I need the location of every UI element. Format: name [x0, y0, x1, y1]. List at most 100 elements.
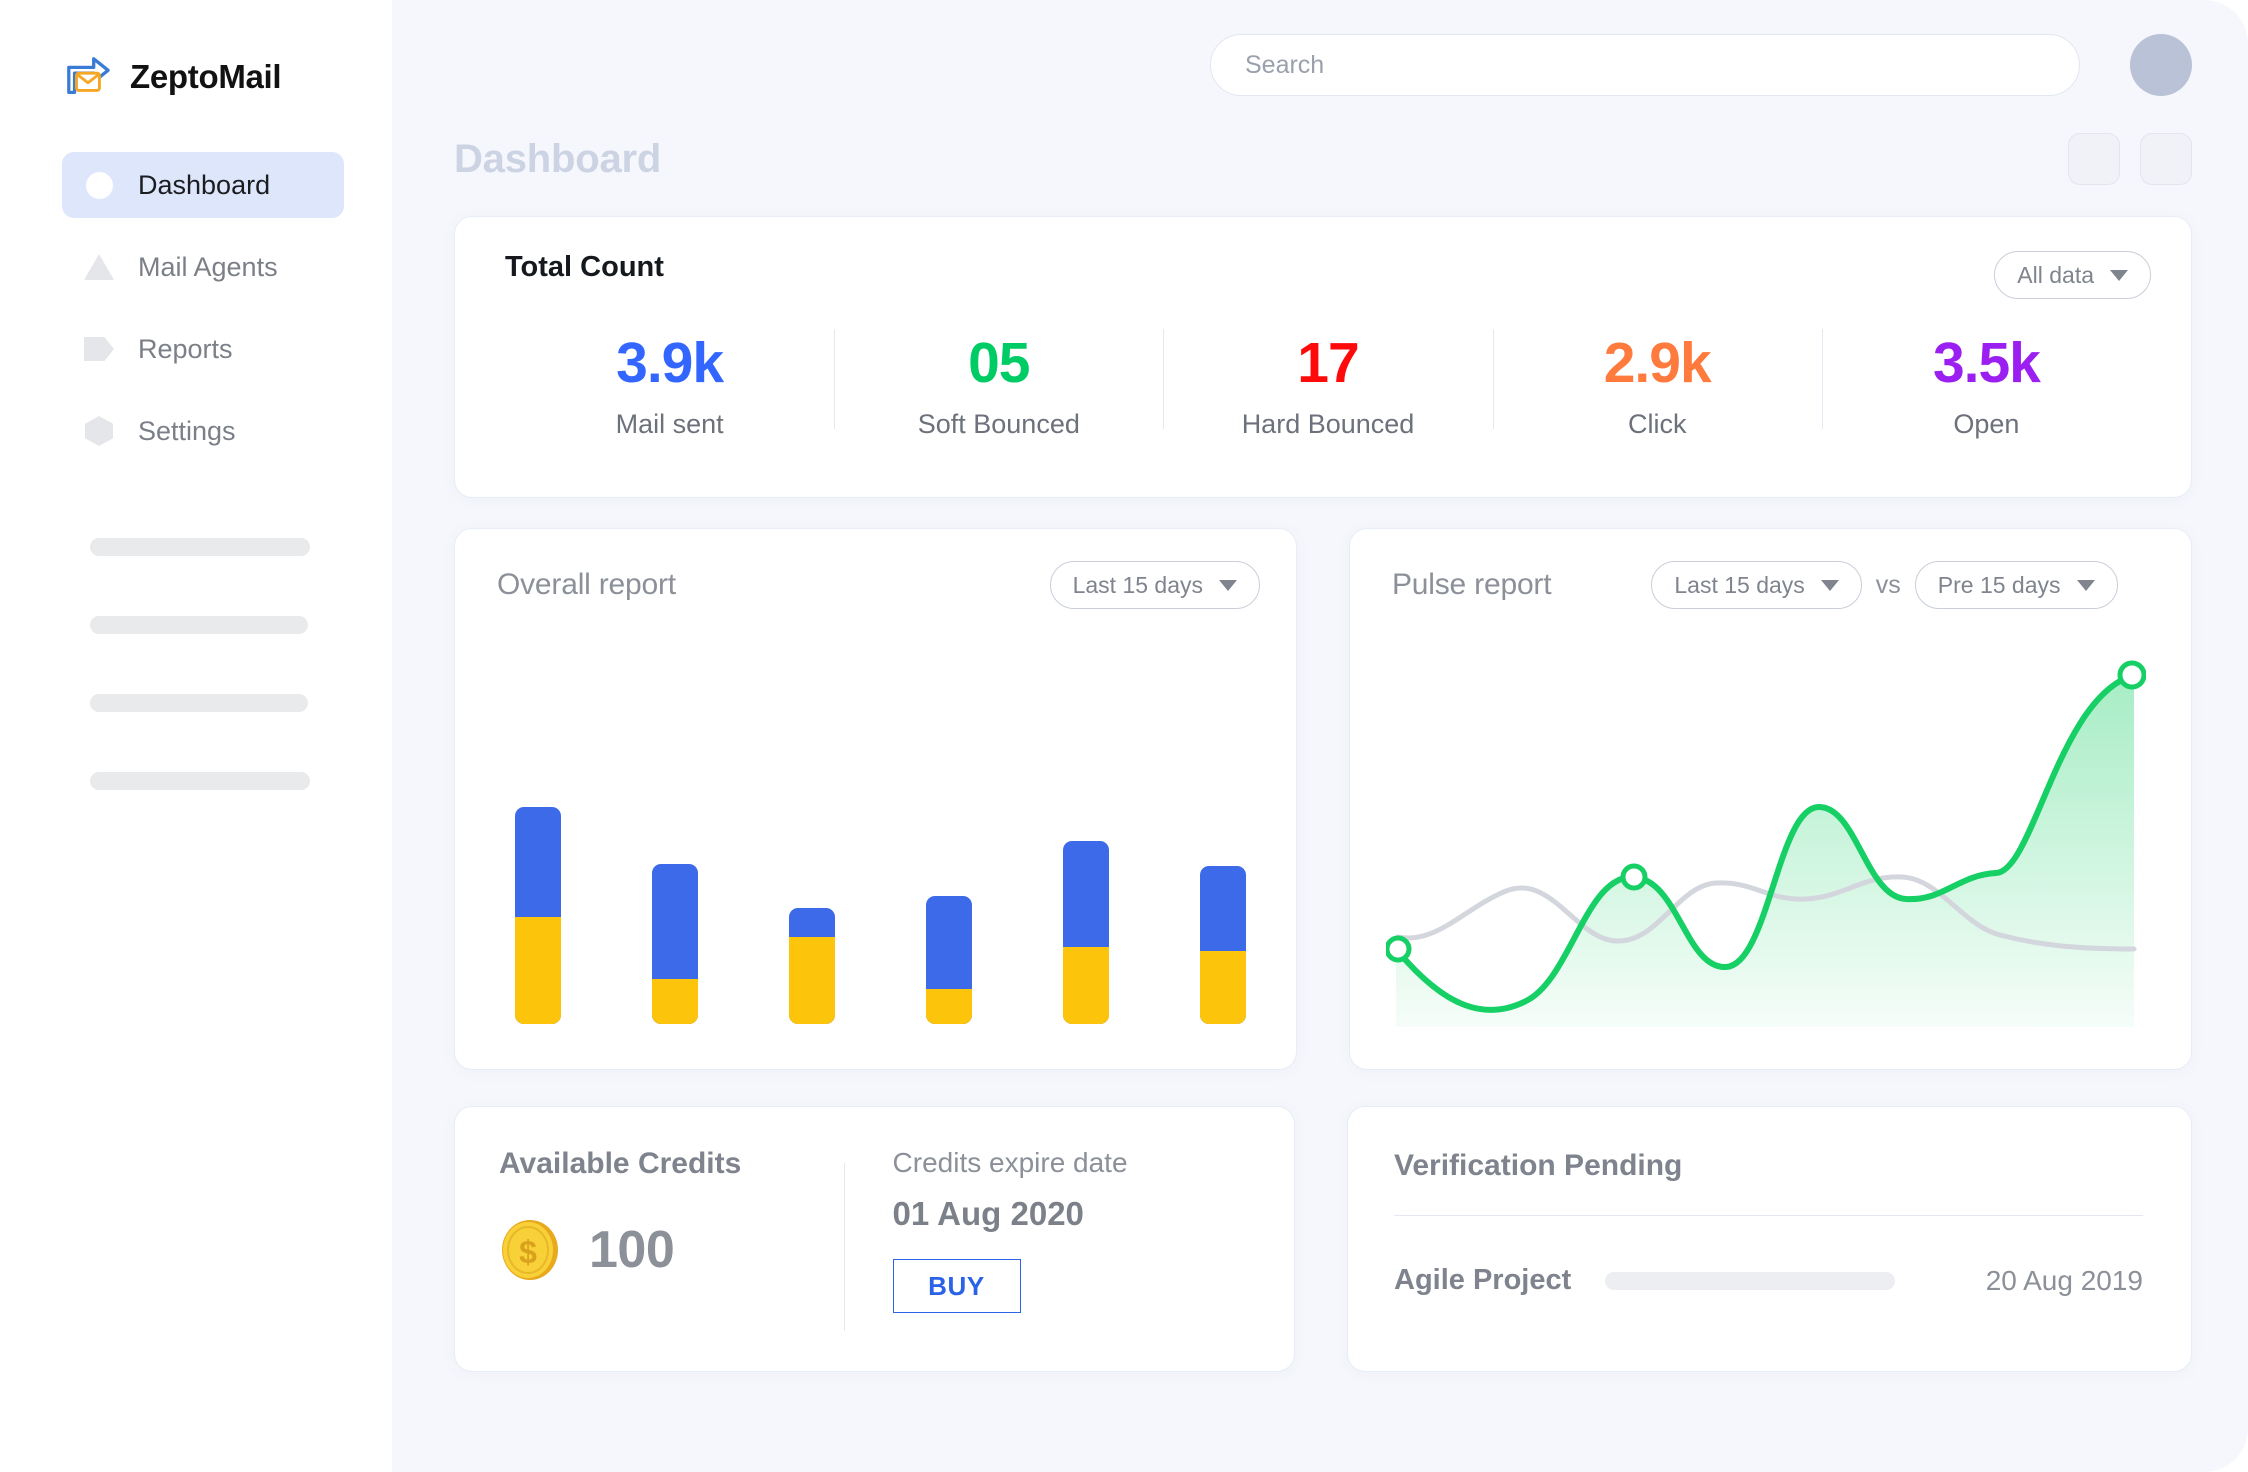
skeleton-bar	[90, 538, 310, 556]
sidebar: ZeptoMail Dashboard Mail Agents Reports …	[0, 0, 392, 1472]
credits-expire-label: Credits expire date	[893, 1147, 1128, 1179]
total-count-header: Total Count All data	[505, 251, 2151, 299]
project-name: Agile Project	[1394, 1264, 1571, 1297]
charts-row: Overall report Last 15 days	[454, 528, 2192, 1070]
bar-column	[515, 807, 561, 1024]
skeleton-bar	[90, 694, 308, 712]
mail-forward-icon	[62, 54, 112, 100]
main-content: Dashboard Total Count All data 3.9k Mail…	[392, 0, 2248, 1472]
overall-report-title: Overall report	[497, 568, 676, 602]
credits-title: Available Credits	[499, 1147, 844, 1181]
triangle-icon	[84, 252, 114, 282]
pulse-current-range-dropdown[interactable]: Last 15 days	[1651, 561, 1861, 609]
divider	[1394, 1215, 2143, 1216]
circle-dot-icon	[84, 170, 114, 200]
available-credits-card: Available Credits $ 100	[454, 1106, 1295, 1372]
overall-report-range-dropdown[interactable]: Last 15 days	[1050, 561, 1260, 609]
skeleton-bar	[90, 616, 308, 634]
pulse-report-header: Pulse report Last 15 days vs Pre 15 days	[1392, 561, 2155, 609]
tag-icon	[84, 334, 114, 364]
sidebar-item-dashboard[interactable]: Dashboard	[62, 152, 344, 218]
stats-row: 3.9k Mail sent 05 Soft Bounced 17 Hard B…	[505, 325, 2151, 440]
pulse-report-line-chart	[1386, 649, 2146, 1049]
sidebar-item-label: Dashboard	[138, 170, 270, 201]
sidebar-item-label: Settings	[138, 416, 236, 447]
sidebar-item-reports[interactable]: Reports	[62, 316, 344, 382]
verification-pending-card: Verification Pending Agile Project 20 Au…	[1347, 1106, 2192, 1372]
stat-open: 3.5k Open	[1822, 325, 2151, 440]
skeleton-bar	[90, 772, 310, 790]
data-point-marker	[1387, 938, 1409, 960]
bottom-row: Available Credits $ 100	[454, 1106, 2192, 1372]
sidebar-item-label: Mail Agents	[138, 252, 278, 283]
sidebar-placeholder-group	[0, 538, 392, 790]
bar-column	[926, 896, 972, 1024]
hexagon-icon	[84, 416, 114, 446]
bar-column	[652, 864, 698, 1024]
stat-value: 17	[1163, 333, 1492, 395]
chevron-down-icon	[2110, 270, 2128, 281]
dollar-coin-icon: $	[499, 1219, 561, 1281]
brand-name: ZeptoMail	[130, 58, 281, 96]
brand: ZeptoMail	[0, 46, 392, 108]
bar-column	[789, 908, 835, 1024]
all-data-dropdown-label: All data	[2017, 262, 2094, 289]
list-view-button[interactable]	[2140, 133, 2192, 185]
pulse-previous-range-dropdown[interactable]: Pre 15 days	[1915, 561, 2118, 609]
total-count-title: Total Count	[505, 251, 664, 284]
svg-text:$: $	[519, 1234, 537, 1270]
stat-label: Mail sent	[505, 409, 834, 440]
credits-amount-row: $ 100	[499, 1219, 844, 1281]
search-box[interactable]	[1210, 34, 2080, 96]
stat-label: Click	[1493, 409, 1822, 440]
stat-hard-bounced: 17 Hard Bounced	[1163, 325, 1492, 440]
pulse-current-range-label: Last 15 days	[1674, 572, 1804, 599]
verification-title: Verification Pending	[1394, 1149, 2143, 1183]
overall-report-card: Overall report Last 15 days	[454, 528, 1297, 1070]
credits-value: 100	[589, 1220, 674, 1280]
vs-label: vs	[1876, 571, 1901, 600]
page-actions	[2068, 133, 2192, 185]
stat-value: 05	[834, 333, 1163, 395]
stat-click: 2.9k Click	[1493, 325, 1822, 440]
grid-view-button[interactable]	[2068, 133, 2120, 185]
chevron-down-icon	[1219, 580, 1237, 591]
stat-label: Hard Bounced	[1163, 409, 1492, 440]
progress-bar	[1605, 1272, 1895, 1290]
data-point-marker	[2120, 663, 2144, 687]
buy-button[interactable]: BUY	[893, 1259, 1021, 1313]
page-title-row: Dashboard	[454, 124, 2192, 194]
top-bar	[454, 0, 2192, 118]
search-input[interactable]	[1245, 51, 2045, 80]
stat-value: 3.9k	[505, 333, 834, 395]
pulse-report-title: Pulse report	[1392, 568, 1551, 602]
pulse-previous-range-label: Pre 15 days	[1938, 572, 2061, 599]
page-title: Dashboard	[454, 137, 661, 182]
credits-divider	[844, 1163, 845, 1331]
stat-label: Open	[1822, 409, 2151, 440]
stat-label: Soft Bounced	[834, 409, 1163, 440]
stat-mail-sent: 3.9k Mail sent	[505, 325, 834, 440]
overall-report-range-label: Last 15 days	[1073, 572, 1203, 599]
bar-column	[1063, 841, 1109, 1024]
credits-expire-date: 01 Aug 2020	[893, 1195, 1128, 1233]
verification-date: 20 Aug 2019	[1986, 1265, 2143, 1297]
avatar[interactable]	[2130, 34, 2192, 96]
pulse-report-filters: Last 15 days vs Pre 15 days	[1651, 561, 2117, 609]
sidebar-item-settings[interactable]: Settings	[62, 398, 344, 464]
all-data-dropdown[interactable]: All data	[1994, 251, 2151, 299]
total-count-card: Total Count All data 3.9k Mail sent 05 S…	[454, 216, 2192, 498]
stat-value: 3.5k	[1822, 333, 2151, 395]
bar-column	[1200, 866, 1246, 1024]
pulse-area-fill	[1396, 675, 2134, 1027]
chevron-down-icon	[2077, 580, 2095, 591]
credits-right: Credits expire date 01 Aug 2020 BUY	[885, 1147, 1128, 1371]
stat-value: 2.9k	[1493, 333, 1822, 395]
sidebar-item-mail-agents[interactable]: Mail Agents	[62, 234, 344, 300]
verification-row: Agile Project 20 Aug 2019	[1394, 1264, 2143, 1297]
data-point-marker	[1623, 866, 1645, 888]
overall-report-header: Overall report Last 15 days	[497, 561, 1260, 609]
pulse-report-card: Pulse report Last 15 days vs Pre 15 days	[1349, 528, 2192, 1070]
stat-soft-bounced: 05 Soft Bounced	[834, 325, 1163, 440]
chevron-down-icon	[1821, 580, 1839, 591]
